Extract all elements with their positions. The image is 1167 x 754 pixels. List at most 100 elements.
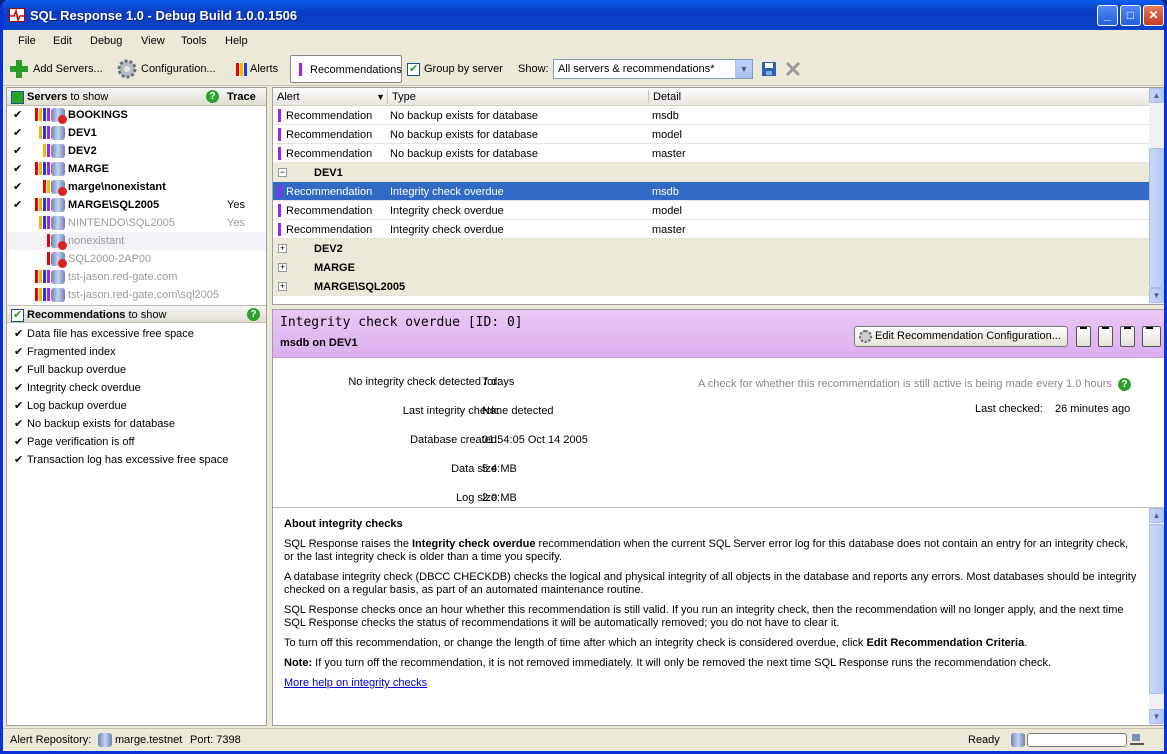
checkmark-icon[interactable]: ✔ xyxy=(14,327,23,340)
alert-row[interactable]: Recommendation No backup exists for datab… xyxy=(273,106,1150,125)
recommendations-panel-title: Recommendations xyxy=(27,309,126,321)
edit-recommendation-configuration-button[interactable]: Edit Recommendation Configuration... xyxy=(854,326,1068,347)
scroll-down-arrow[interactable]: ▼ xyxy=(1149,709,1164,724)
collapse-icon[interactable]: − xyxy=(278,168,287,177)
help-icon[interactable]: ? xyxy=(247,308,260,321)
group-row[interactable]: − DEV1 xyxy=(273,163,1150,182)
recommendation-type-item[interactable]: ✔ No backup exists for database xyxy=(7,415,266,433)
scroll-up-arrow[interactable]: ▲ xyxy=(1149,88,1164,103)
add-servers-button[interactable]: Add Servers... xyxy=(9,58,103,80)
recommendation-type-item[interactable]: ✔ Page verification is off xyxy=(7,433,266,451)
scroll-thumb[interactable] xyxy=(1149,524,1164,694)
scroll-up-arrow[interactable]: ▲ xyxy=(1149,508,1164,523)
recommendation-type-item[interactable]: ✔ Fragmented index xyxy=(7,343,266,361)
edit-button-label: Edit Recommendation Configuration... xyxy=(875,330,1061,342)
checkmark-icon[interactable]: ✔ xyxy=(13,162,22,175)
server-item[interactable]: tst-jason.red-gate.com xyxy=(7,268,266,286)
restore-pane-button[interactable] xyxy=(1098,326,1113,347)
server-item[interactable]: ✔ marge\nonexistant xyxy=(7,178,266,196)
menu-tools[interactable]: Tools xyxy=(181,35,207,47)
alert-levels-icon xyxy=(43,144,50,157)
save-icon[interactable] xyxy=(761,58,777,80)
checkmark-icon[interactable]: ✔ xyxy=(13,144,22,157)
recommendation-type-item[interactable]: ✔ Log backup overdue xyxy=(7,397,266,415)
servers-toggle-checkbox[interactable] xyxy=(11,90,24,104)
expand-icon[interactable]: + xyxy=(278,244,287,253)
undock-pane-button[interactable] xyxy=(1142,326,1161,347)
menu-edit[interactable]: Edit xyxy=(53,35,72,47)
group-by-server-checkbox[interactable]: Group by server xyxy=(407,58,503,80)
column-type[interactable]: Type xyxy=(392,91,416,103)
alert-row[interactable]: Recommendation Integrity check overdue mod… xyxy=(273,201,1150,220)
checkmark-icon[interactable]: ✔ xyxy=(13,126,22,139)
server-item[interactable]: ✔ MARGE xyxy=(7,160,266,178)
server-item[interactable]: SQL2000-2AP00 xyxy=(7,250,266,268)
sort-desc-icon[interactable]: ▼ xyxy=(376,92,385,102)
alert-row[interactable]: Recommendation No backup exists for datab… xyxy=(273,144,1150,163)
delete-icon[interactable] xyxy=(785,58,801,80)
expand-icon[interactable]: + xyxy=(278,263,287,272)
menu-view[interactable]: View xyxy=(141,35,165,47)
minimize-button[interactable]: _ xyxy=(1097,5,1118,26)
group-by-server-check[interactable] xyxy=(407,62,420,76)
recommendations-button[interactable]: Recommendations xyxy=(290,55,402,83)
server-item[interactable]: ✔ DEV1 xyxy=(7,124,266,142)
checkmark-icon[interactable]: ✔ xyxy=(14,453,23,466)
expand-icon[interactable]: + xyxy=(278,282,287,291)
server-item[interactable]: tst-jason.red-gate.com\sql2005 xyxy=(7,286,266,304)
checkmark-icon[interactable]: ✔ xyxy=(14,345,23,358)
maximize-pane-button[interactable] xyxy=(1120,326,1135,347)
recommendations-toggle-checkbox[interactable] xyxy=(11,308,24,322)
minimize-pane-button[interactable]: .sqbtn:nth-of-type(1)::after{} xyxy=(1076,326,1091,347)
checkmark-icon[interactable]: ✔ xyxy=(14,363,23,376)
recommendation-type-item[interactable]: ✔ Data file has excessive free space xyxy=(7,325,266,343)
server-item[interactable]: ✔ MARGE\SQL2005 Yes xyxy=(7,196,266,214)
grid-scrollbar[interactable]: ▲ ▼ xyxy=(1149,88,1164,304)
checkmark-icon[interactable]: ✔ xyxy=(14,417,23,430)
alert-row[interactable]: Recommendation Integrity check overdue msd… xyxy=(273,182,1150,201)
alert-row[interactable]: Recommendation Integrity check overdue mas… xyxy=(273,220,1150,239)
menu-bar: File Edit Debug View Tools Help xyxy=(3,30,1164,52)
chevron-down-icon[interactable]: ▼ xyxy=(735,60,752,78)
help-icon[interactable]: ? xyxy=(206,90,219,103)
menu-help[interactable]: Help xyxy=(225,35,248,47)
gear-icon xyxy=(859,330,872,343)
checkmark-icon[interactable]: ✔ xyxy=(14,381,23,394)
more-help-link[interactable]: More help on integrity checks xyxy=(284,677,427,689)
menu-debug[interactable]: Debug xyxy=(90,35,122,47)
recommendation-type-item[interactable]: ✔ Integrity check overdue xyxy=(7,379,266,397)
recommendation-type-item[interactable]: ✔ Transaction log has excessive free spac… xyxy=(7,451,266,469)
about-text: SQL Response raises the xyxy=(284,538,412,550)
recommendation-type-item[interactable]: ✔ Full backup overdue xyxy=(7,361,266,379)
maximize-button[interactable]: □ xyxy=(1120,5,1141,26)
scroll-down-arrow[interactable]: ▼ xyxy=(1149,288,1164,303)
checkmark-icon[interactable]: ✔ xyxy=(14,435,23,448)
checkmark-icon[interactable]: ✔ xyxy=(13,198,22,211)
checkmark-icon[interactable]: ✔ xyxy=(14,399,23,412)
server-item[interactable]: NINTENDO\SQL2005 Yes xyxy=(7,214,266,232)
group-row[interactable]: + DEV2 xyxy=(273,239,1150,258)
group-row[interactable]: + MARGE xyxy=(273,258,1150,277)
server-item[interactable]: ✔ BOOKINGS xyxy=(7,106,266,124)
group-name: DEV1 xyxy=(314,167,343,179)
configuration-button[interactable]: Configuration... xyxy=(117,58,216,80)
alerts-icon xyxy=(236,62,247,76)
server-item[interactable]: nonexistant xyxy=(7,232,266,250)
column-divider[interactable] xyxy=(648,90,649,104)
detail-scrollbar[interactable]: ▲ ▼ xyxy=(1149,508,1164,725)
alerts-button[interactable]: Alerts xyxy=(236,58,278,80)
about-text-bold: Edit Recommendation Criteria xyxy=(866,637,1025,649)
show-select[interactable]: All servers & recommendations* ▼ xyxy=(553,59,753,79)
scroll-thumb[interactable] xyxy=(1149,148,1164,288)
column-divider[interactable] xyxy=(387,90,388,104)
help-icon[interactable]: ? xyxy=(1118,378,1131,391)
column-detail[interactable]: Detail xyxy=(653,91,681,103)
server-item[interactable]: ✔ DEV2 xyxy=(7,142,266,160)
close-button[interactable]: ✕ xyxy=(1143,5,1164,26)
menu-file[interactable]: File xyxy=(18,35,36,47)
alert-row[interactable]: Recommendation No backup exists for datab… xyxy=(273,125,1150,144)
group-row[interactable]: + MARGE\SQL2005 xyxy=(273,277,1150,296)
checkmark-icon[interactable]: ✔ xyxy=(13,180,22,193)
checkmark-icon[interactable]: ✔ xyxy=(13,108,22,121)
column-alert[interactable]: Alert xyxy=(277,91,300,103)
